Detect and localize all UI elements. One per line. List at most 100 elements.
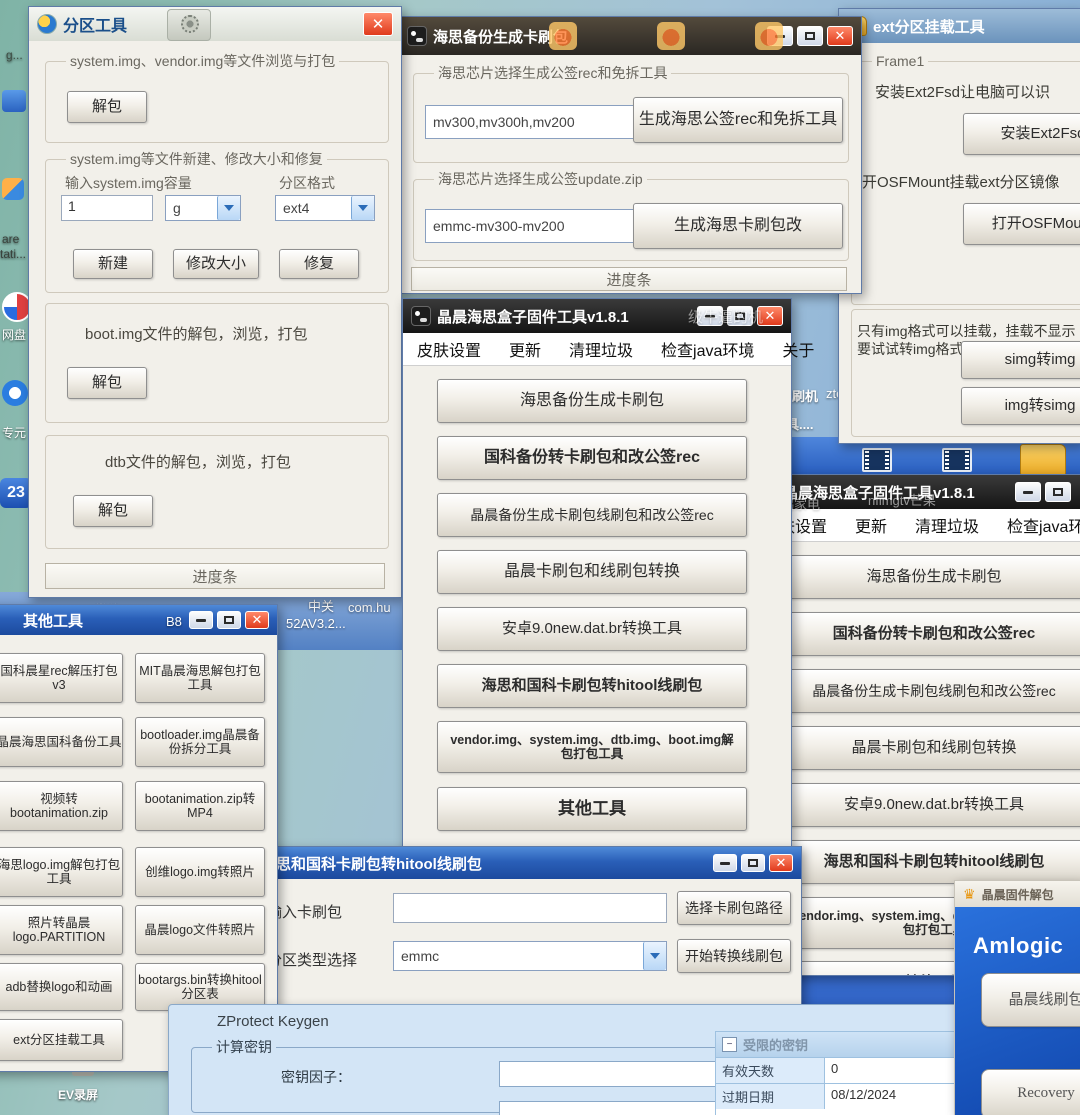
- tool-button[interactable]: 海思备份生成卡刷包: [779, 555, 1080, 599]
- browser-icon[interactable]: [2, 380, 28, 406]
- tool-button[interactable]: 晶晨卡刷包和线刷包转换: [779, 726, 1080, 770]
- menu-java[interactable]: 检查java环境: [661, 337, 754, 361]
- collapse-icon[interactable]: −: [722, 1037, 737, 1052]
- titlebar[interactable]: 海思备份生成卡刷包 ✕: [399, 17, 861, 55]
- titlebar[interactable]: 其他工具 ✕: [0, 605, 277, 635]
- amlogic-logo: Amlogic: [973, 933, 1064, 958]
- minimize-button[interactable]: [1015, 482, 1041, 502]
- background-label: 刷机: [792, 389, 819, 404]
- tool-button[interactable]: 国科备份转卡刷包和改公签rec: [779, 612, 1080, 656]
- titlebar[interactable]: 海思和国科卡刷包转hitool线刷包 ✕: [253, 847, 801, 879]
- desktop-icon[interactable]: [2, 90, 26, 112]
- window-hitool-convert: 海思和国科卡刷包转hitool线刷包 ✕ 输入卡刷包 选择卡刷包路径 分区类型选…: [252, 846, 802, 1016]
- tool-button[interactable]: 海思logo.img解包打包工具: [0, 847, 123, 897]
- tool-button[interactable]: ext分区挂载工具: [0, 1019, 123, 1061]
- tool-button[interactable]: 视频转bootanimation.zip: [0, 781, 123, 831]
- grid-header[interactable]: − 受限的密钥: [716, 1032, 960, 1057]
- create-button[interactable]: 新建: [73, 249, 153, 279]
- tool-button[interactable]: 晶晨卡刷包和线刷包转换: [437, 550, 747, 594]
- generate-update-button[interactable]: 生成海思卡刷包改: [633, 203, 843, 249]
- tool-button[interactable]: 海思备份生成卡刷包: [437, 379, 747, 423]
- unit-combo[interactable]: g: [165, 195, 241, 221]
- unpack-dtb-button[interactable]: 解包: [73, 495, 153, 527]
- unpack-boot-button[interactable]: 解包: [67, 367, 147, 399]
- key-factor-label: 密钥因子：: [281, 1069, 351, 1085]
- generate-rec-button[interactable]: 生成海思公签rec和免拆工具: [633, 97, 843, 143]
- choose-path-button[interactable]: 选择卡刷包路径: [677, 891, 791, 925]
- tool-button[interactable]: vendor.img、system.img、dtb.img、boot.img解包…: [437, 721, 747, 773]
- titlebar[interactable]: ext分区挂载工具: [839, 9, 1080, 43]
- install-ext2fsd-button[interactable]: 安装Ext2Fsd: [963, 113, 1080, 155]
- window-title: 晶晨海思盒子固件工具v1.8.1: [437, 308, 629, 326]
- tool-button[interactable]: adb替换logo和动画: [0, 963, 123, 1011]
- titlebar[interactable]: 分区工具 ✕: [29, 7, 401, 41]
- menu-update[interactable]: 更新: [509, 337, 541, 361]
- menu-skin[interactable]: 皮肤设置: [417, 337, 481, 361]
- tool-button[interactable]: 创维logo.img转照片: [135, 847, 265, 897]
- tool-button[interactable]: 晶晨logo文件转照片: [135, 905, 265, 955]
- minimize-button[interactable]: [189, 611, 213, 629]
- update-chip-combo[interactable]: emmc-mv300-mv200: [425, 209, 663, 243]
- background-app-icon: [657, 22, 685, 50]
- chip-select-combo[interactable]: mv300,mv300h,mv200: [425, 105, 663, 139]
- tool-button[interactable]: 国科晨星rec解压打包v3: [0, 653, 123, 703]
- close-button[interactable]: ✕: [769, 854, 793, 872]
- minimize-button[interactable]: [713, 854, 737, 872]
- simg-to-img-button[interactable]: simg转img: [961, 341, 1080, 379]
- maximize-button[interactable]: [797, 26, 823, 46]
- maximize-button[interactable]: [741, 854, 765, 872]
- window-firmware-tool-center: 晶晨海思盒子固件工具v1.8.1 ✕ 皮肤设置 更新 清理垃圾 检查java环境…: [402, 298, 814, 862]
- tool-button[interactable]: 其他工具: [437, 787, 747, 831]
- tool-button[interactable]: MIT晶晨海思解包打包工具: [135, 653, 265, 703]
- close-button[interactable]: ✕: [363, 12, 393, 36]
- format-combo[interactable]: ext4: [275, 195, 375, 221]
- tool-button[interactable]: 安卓9.0new.dat.br转换工具: [779, 783, 1080, 827]
- tool-button[interactable]: 海思和国科卡刷包转hitool线刷包: [779, 840, 1080, 884]
- tool-button[interactable]: 国科备份转卡刷包和改公签rec: [437, 436, 747, 480]
- dropdown-arrow-icon[interactable]: [643, 942, 666, 970]
- maximize-button[interactable]: [217, 611, 241, 629]
- tool-button[interactable]: 安卓9.0new.dat.br转换工具: [437, 607, 747, 651]
- menu-bar: 皮肤设置 更新 清理垃圾 检查java环境 关于: [749, 509, 1080, 542]
- recovery-button[interactable]: Recovery: [981, 1069, 1080, 1115]
- tool-button[interactable]: 晶晨备份生成卡刷包线刷包和改公签rec: [779, 669, 1080, 713]
- osfmount-note: 打开OSFMount挂载ext分区镜像: [847, 174, 1060, 191]
- img-to-simg-button[interactable]: img转simg: [961, 387, 1080, 425]
- menu-bar: 皮肤设置 更新 清理垃圾 检查java环境 关于: [403, 333, 814, 366]
- tool-button[interactable]: 晶晨备份生成卡刷包线刷包和改公签rec: [437, 493, 747, 537]
- capacity-input[interactable]: 1: [61, 195, 153, 221]
- titlebar[interactable]: ♛ 晶晨固件解包: [955, 881, 1080, 907]
- app-icon: [37, 14, 57, 34]
- maximize-button[interactable]: [1045, 482, 1071, 502]
- open-osfmount-button[interactable]: 打开OSFMount: [963, 203, 1080, 245]
- background-label: com.hu: [348, 600, 391, 615]
- desktop: g... are tati... 网盘 专元 23 EV录屏 设置 刷机 zte…: [0, 0, 1080, 1115]
- tool-button[interactable]: 照片转晶晨logo.PARTITION: [0, 905, 123, 955]
- unpack-button[interactable]: 解包: [67, 91, 147, 123]
- partition-type-combo[interactable]: emmc: [393, 941, 667, 971]
- window-partition-tool: 分区工具 ✕ system.img、vendor.img等文件浏览与打包 解包 …: [28, 6, 402, 598]
- menu-about[interactable]: 关于: [782, 337, 814, 361]
- close-button[interactable]: ✕: [245, 611, 269, 629]
- dropdown-arrow-icon[interactable]: [351, 196, 374, 220]
- package-path-input[interactable]: [393, 893, 667, 923]
- menu-update[interactable]: 更新: [855, 513, 887, 537]
- app-icon: [407, 26, 427, 46]
- menu-java[interactable]: 检查java环境: [1007, 513, 1080, 537]
- desktop-icon-label[interactable]: g...: [6, 48, 23, 62]
- menu-clean[interactable]: 清理垃圾: [569, 337, 633, 361]
- resize-button[interactable]: 修改大小: [173, 249, 259, 279]
- tool-button[interactable]: 晶晨海思国科备份工具: [0, 717, 123, 767]
- tool-button[interactable]: bootloader.img晶晨备份拆分工具: [135, 717, 265, 767]
- close-button[interactable]: ✕: [827, 26, 853, 46]
- background-app-icon: [549, 22, 577, 50]
- tool-button[interactable]: bootanimation.zip转MP4: [135, 781, 265, 831]
- menu-clean[interactable]: 清理垃圾: [915, 513, 979, 537]
- desktop-icon[interactable]: [2, 178, 24, 200]
- key-result-grid: − 受限的密钥 有效天数 0 过期日期 08/12/2024: [715, 1031, 961, 1115]
- start-convert-button[interactable]: 开始转换线刷包: [677, 939, 791, 973]
- dropdown-arrow-icon[interactable]: [217, 196, 240, 220]
- amlogic-flash-button[interactable]: 晶晨线刷包: [981, 973, 1080, 1027]
- repair-button[interactable]: 修复: [279, 249, 359, 279]
- tool-button[interactable]: 海思和国科卡刷包转hitool线刷包: [437, 664, 747, 708]
